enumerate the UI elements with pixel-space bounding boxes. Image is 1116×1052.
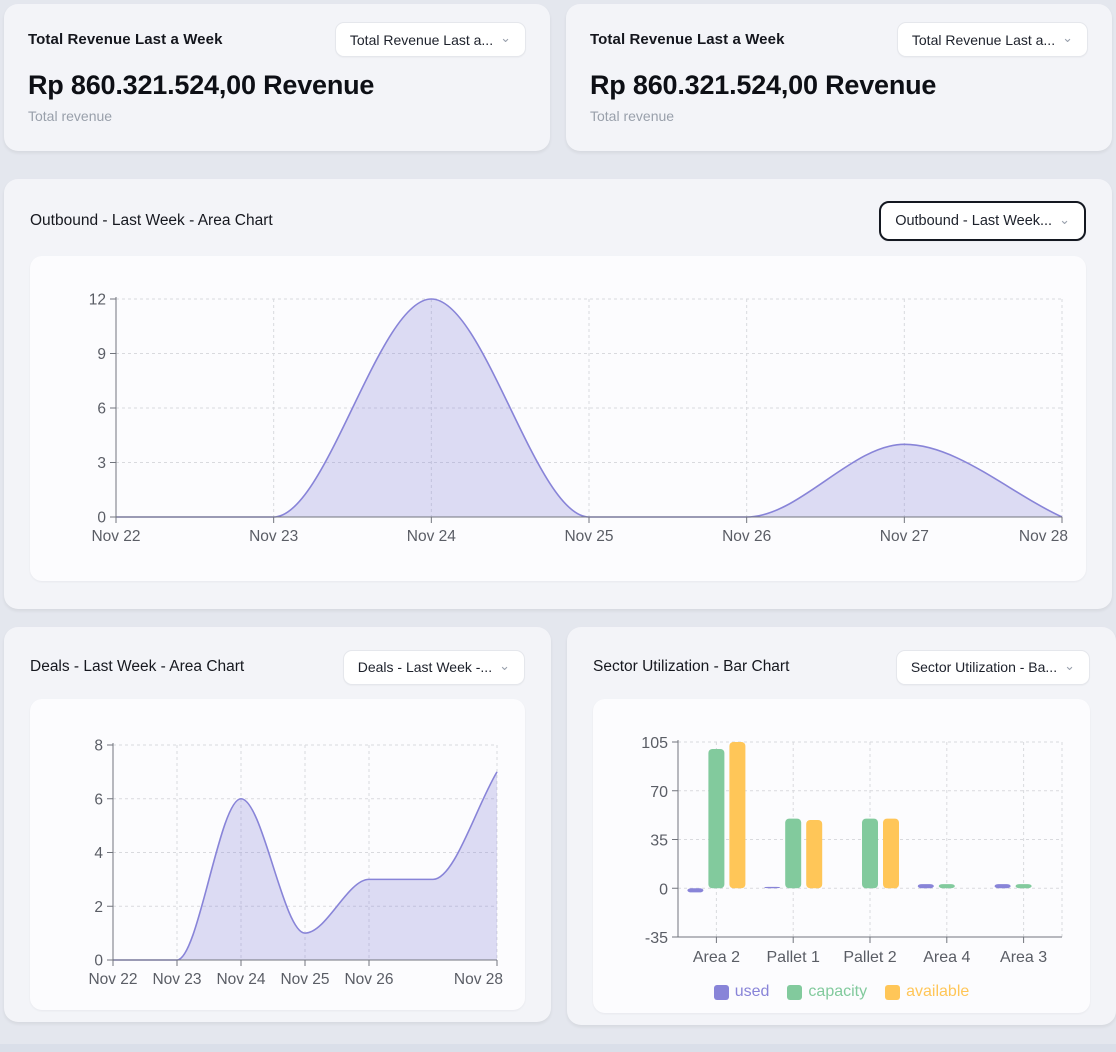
svg-text:35: 35 bbox=[650, 833, 668, 850]
svg-text:3: 3 bbox=[97, 455, 106, 472]
svg-text:105: 105 bbox=[641, 735, 668, 752]
card-header: Deals - Last Week - Area Chart Deals - L… bbox=[30, 649, 525, 685]
svg-text:0: 0 bbox=[97, 510, 106, 527]
svg-text:2: 2 bbox=[94, 899, 103, 916]
revenue-subtitle: Total revenue bbox=[590, 108, 1088, 124]
legend-swatch-icon bbox=[885, 985, 900, 1000]
legend-label: used bbox=[735, 983, 770, 1001]
deals-area-chart: 0 2 4 6 8 Nov 22 Nov 23 Nov 24 Nov 25 Nov 26 Nov 2… bbox=[30, 699, 525, 1010]
sector-card: Sector Utilization - Bar Chart Sector Ut… bbox=[567, 627, 1116, 1025]
dashboard-page: Total Revenue Last a Week Total Revenue … bbox=[0, 0, 1116, 1025]
sector-title: Sector Utilization - Bar Chart bbox=[593, 658, 789, 676]
svg-text:0: 0 bbox=[659, 881, 668, 898]
svg-text:6: 6 bbox=[97, 401, 106, 418]
chevron-down-icon: ⌄ bbox=[1062, 31, 1073, 44]
svg-text:Nov 22: Nov 22 bbox=[91, 528, 140, 545]
svg-text:Nov 26: Nov 26 bbox=[722, 528, 771, 545]
chevron-down-icon: ⌄ bbox=[499, 659, 510, 672]
sector-dropdown[interactable]: Sector Utilization - Ba... ⌄ bbox=[896, 650, 1090, 685]
svg-text:Pallet 1: Pallet 1 bbox=[767, 949, 820, 966]
deals-title: Deals - Last Week - Area Chart bbox=[30, 658, 244, 676]
sector-chart-panel: -35 0 35 70 105 Area 2 Pallet 1 Pallet 2 Area 4 A… bbox=[593, 699, 1090, 1013]
svg-text:Nov 23: Nov 23 bbox=[249, 528, 298, 545]
svg-text:-35: -35 bbox=[645, 930, 668, 947]
card-header: Sector Utilization - Bar Chart Sector Ut… bbox=[593, 649, 1090, 685]
svg-text:8: 8 bbox=[94, 738, 103, 755]
revenue-value: Rp 860.321.524,00 Revenue bbox=[28, 70, 526, 101]
outbound-chart-panel: 0 3 6 9 12 Nov 22 Nov 23 Nov 24 Nov 25 Nov 26 Nov … bbox=[30, 256, 1086, 581]
svg-text:Nov 26: Nov 26 bbox=[344, 971, 393, 988]
legend-swatch-icon bbox=[787, 985, 802, 1000]
outbound-area-chart: 0 3 6 9 12 Nov 22 Nov 23 Nov 24 Nov 25 Nov 26 Nov … bbox=[30, 256, 1090, 581]
svg-text:Nov 28: Nov 28 bbox=[454, 971, 503, 988]
outbound-card: Outbound - Last Week - Area Chart Outbou… bbox=[4, 179, 1112, 609]
svg-text:Nov 28: Nov 28 bbox=[1019, 528, 1068, 545]
legend-swatch-icon bbox=[714, 985, 729, 1000]
chart-legend: used capacity available bbox=[593, 981, 1090, 1013]
bottom-charts-row: Deals - Last Week - Area Chart Deals - L… bbox=[4, 627, 1112, 1025]
outbound-title: Outbound - Last Week - Area Chart bbox=[30, 212, 273, 230]
svg-text:Pallet 2: Pallet 2 bbox=[843, 949, 896, 966]
svg-text:Nov 25: Nov 25 bbox=[280, 971, 329, 988]
svg-text:4: 4 bbox=[94, 845, 103, 862]
svg-text:Nov 24: Nov 24 bbox=[407, 528, 456, 545]
legend-item-available[interactable]: available bbox=[885, 983, 969, 1001]
legend-item-capacity[interactable]: capacity bbox=[787, 983, 867, 1001]
svg-text:Nov 23: Nov 23 bbox=[152, 971, 201, 988]
svg-text:12: 12 bbox=[89, 292, 106, 309]
chevron-down-icon: ⌄ bbox=[1059, 213, 1070, 226]
total-revenue-dropdown-2[interactable]: Total Revenue Last a... ⌄ bbox=[897, 22, 1088, 57]
svg-text:6: 6 bbox=[94, 791, 103, 808]
card-header: Total Revenue Last a Week Total Revenue … bbox=[28, 22, 526, 57]
total-revenue-card-2: Total Revenue Last a Week Total Revenue … bbox=[566, 4, 1112, 151]
card-header: Outbound - Last Week - Area Chart Outbou… bbox=[30, 201, 1086, 241]
card-header: Total Revenue Last a Week Total Revenue … bbox=[590, 22, 1088, 57]
svg-text:Area 3: Area 3 bbox=[1000, 949, 1047, 966]
total-revenue-dropdown-1[interactable]: Total Revenue Last a... ⌄ bbox=[335, 22, 526, 57]
card-title: Total Revenue Last a Week bbox=[590, 31, 785, 48]
dropdown-value: Outbound - Last Week... bbox=[895, 213, 1052, 229]
deals-dropdown[interactable]: Deals - Last Week -... ⌄ bbox=[343, 650, 525, 685]
svg-text:Nov 27: Nov 27 bbox=[880, 528, 929, 545]
svg-text:0: 0 bbox=[94, 953, 103, 970]
svg-text:Area 2: Area 2 bbox=[693, 949, 740, 966]
svg-text:70: 70 bbox=[650, 784, 668, 801]
dropdown-value: Deals - Last Week -... bbox=[358, 659, 492, 675]
stat-cards-row: Total Revenue Last a Week Total Revenue … bbox=[4, 4, 1112, 151]
dropdown-value: Total Revenue Last a... bbox=[350, 32, 493, 48]
total-revenue-card-1: Total Revenue Last a Week Total Revenue … bbox=[4, 4, 550, 151]
svg-text:Nov 22: Nov 22 bbox=[88, 971, 137, 988]
deals-chart-panel: 0 2 4 6 8 Nov 22 Nov 23 Nov 24 Nov 25 Nov 26 Nov 2… bbox=[30, 699, 525, 1010]
dropdown-value: Total Revenue Last a... bbox=[912, 32, 1055, 48]
page-bottom-strip bbox=[0, 1044, 1116, 1052]
revenue-subtitle: Total revenue bbox=[28, 108, 526, 124]
chevron-down-icon: ⌄ bbox=[500, 31, 511, 44]
svg-text:Nov 24: Nov 24 bbox=[216, 971, 265, 988]
svg-text:Nov 25: Nov 25 bbox=[564, 528, 613, 545]
chevron-down-icon: ⌄ bbox=[1064, 659, 1075, 672]
outbound-dropdown[interactable]: Outbound - Last Week... ⌄ bbox=[879, 201, 1086, 241]
legend-item-used[interactable]: used bbox=[714, 983, 770, 1001]
sector-bar-chart: -35 0 35 70 105 Area 2 Pallet 1 Pallet 2 Area 4 A… bbox=[593, 699, 1090, 981]
legend-label: capacity bbox=[808, 983, 867, 1001]
svg-text:Area 4: Area 4 bbox=[923, 949, 970, 966]
legend-label: available bbox=[906, 983, 969, 1001]
deals-card: Deals - Last Week - Area Chart Deals - L… bbox=[4, 627, 551, 1022]
dropdown-value: Sector Utilization - Ba... bbox=[911, 659, 1057, 675]
card-title: Total Revenue Last a Week bbox=[28, 31, 223, 48]
revenue-value: Rp 860.321.524,00 Revenue bbox=[590, 70, 1088, 101]
svg-text:9: 9 bbox=[97, 346, 106, 363]
